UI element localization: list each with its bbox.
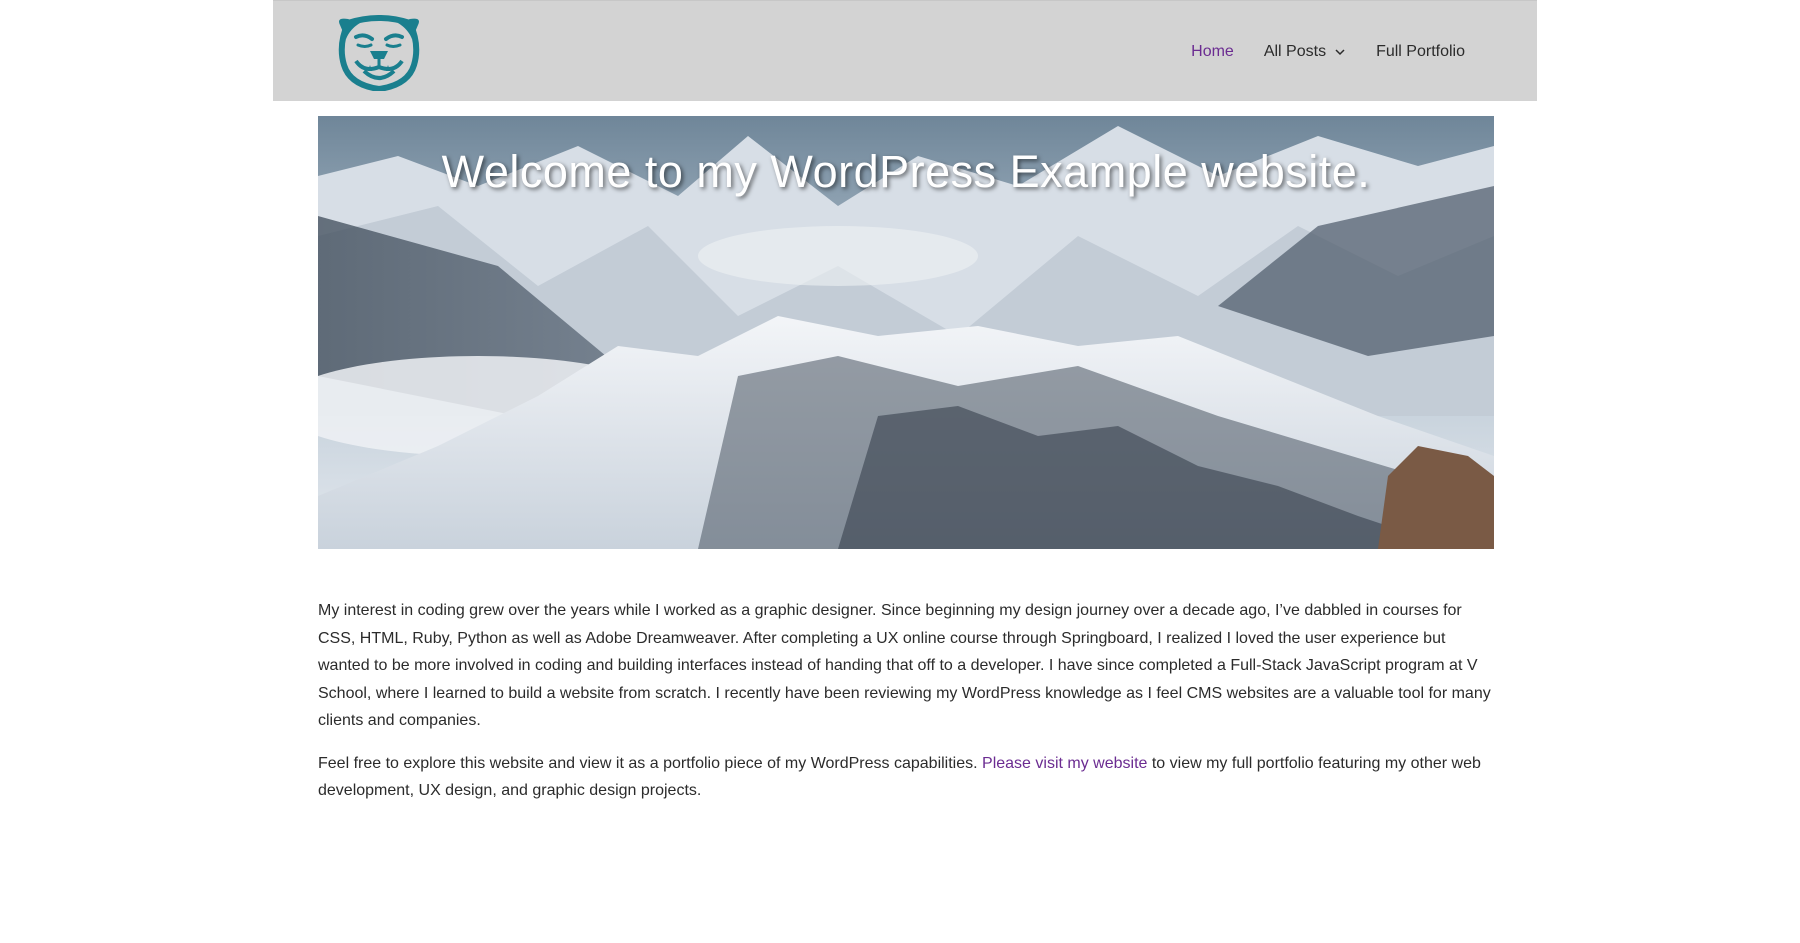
portfolio-paragraph: Feel free to explore this website and vi… (318, 750, 1494, 805)
nav-home-label: Home (1191, 42, 1234, 60)
main-nav: Home All Posts Full Portfolio (1191, 1, 1465, 102)
portfolio-text-before: Feel free to explore this website and vi… (318, 754, 983, 772)
nav-home[interactable]: Home (1191, 43, 1234, 61)
site-header: Home All Posts Full Portfolio (273, 0, 1537, 101)
nav-full-portfolio-label: Full Portfolio (1376, 42, 1465, 60)
chevron-down-icon (1335, 48, 1345, 55)
visit-website-link[interactable]: Please visit my website (982, 755, 1147, 772)
intro-paragraph: My interest in coding grew over the year… (318, 602, 1491, 729)
nav-full-portfolio[interactable]: Full Portfolio (1376, 43, 1465, 61)
nav-all-posts-label: All Posts (1263, 42, 1327, 60)
nav-all-posts[interactable]: All Posts (1264, 43, 1346, 61)
hero-title: Welcome to my WordPress Example website. (441, 146, 1371, 197)
main-content: My interest in coding grew over the year… (318, 597, 1494, 820)
bulldog-logo-icon[interactable] (334, 15, 424, 93)
hero-banner: Welcome to my WordPress Example website. (318, 116, 1494, 549)
